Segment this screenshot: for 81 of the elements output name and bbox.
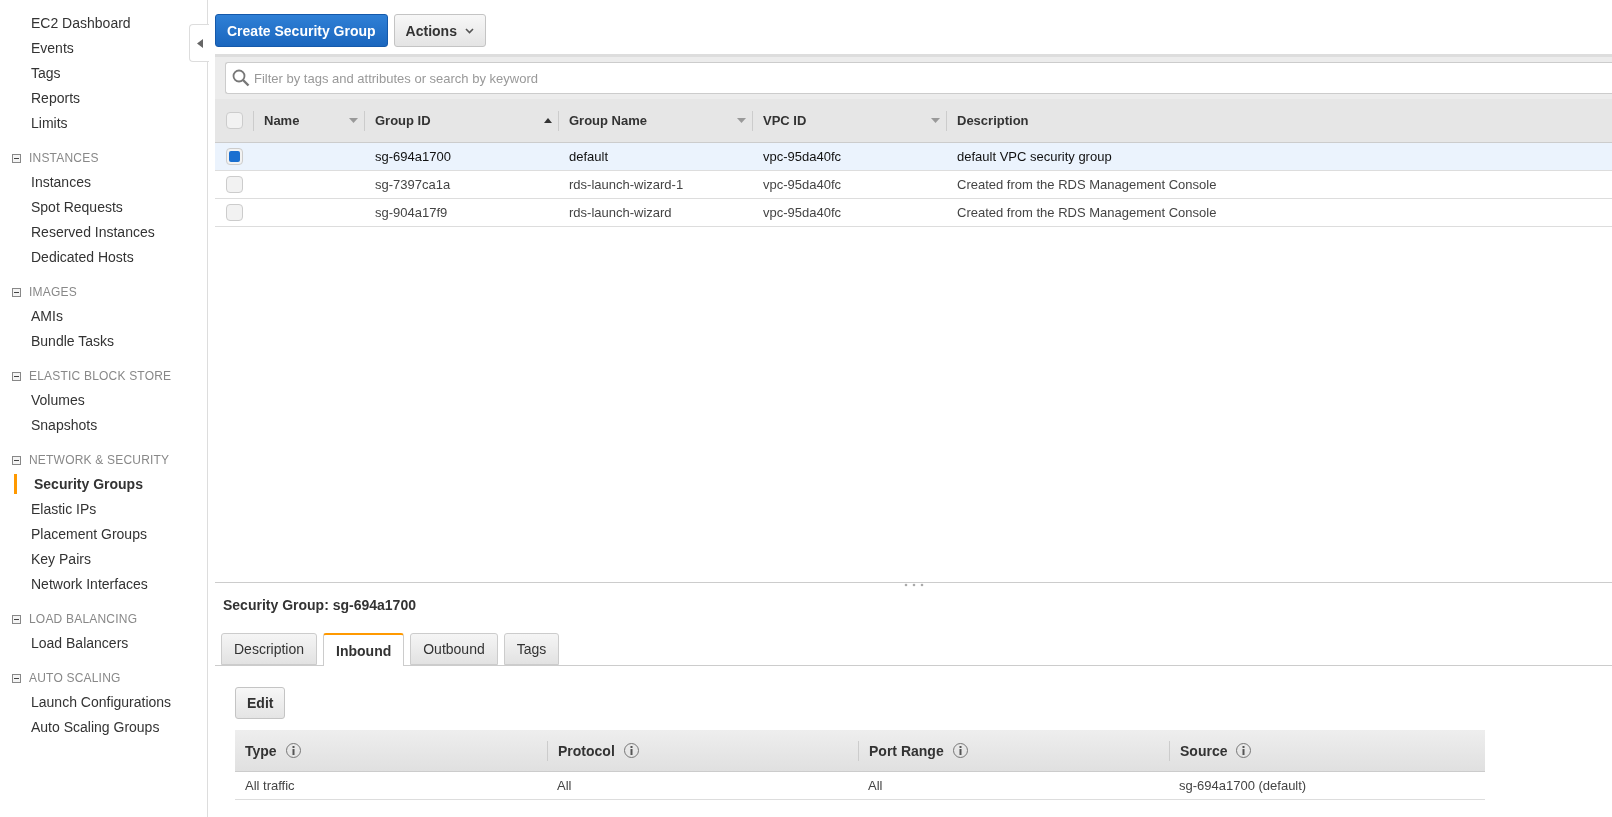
row-checkbox[interactable]	[225, 148, 243, 165]
sidebar-item[interactable]: Security Groups	[14, 474, 143, 494]
sidebar-item[interactable]: Tags	[31, 61, 61, 86]
column-header: Type	[245, 742, 277, 759]
row-checkbox[interactable]	[225, 204, 243, 221]
sidebar-item[interactable]: Reserved Instances	[31, 220, 155, 245]
sidebar-item[interactable]: Bundle Tasks	[31, 329, 114, 354]
tab[interactable]: Tags	[503, 633, 560, 665]
sort-caret-icon	[737, 118, 746, 123]
row-checkbox[interactable]	[225, 176, 243, 193]
table-cell-text: All	[556, 778, 573, 793]
sidebar-item[interactable]: AMIs	[31, 304, 63, 329]
sidebar-item[interactable]: Key Pairs	[31, 547, 91, 572]
table-cell-text: vpc-95da40fc	[762, 205, 843, 220]
resize-handle-icon[interactable]	[902, 583, 925, 587]
table-cell-text: vpc-95da40fc	[762, 149, 843, 164]
sidebar-item[interactable]: Elastic IPs	[31, 497, 97, 522]
section-heading: IMAGES	[29, 285, 77, 299]
column-header[interactable]: Group Name	[558, 110, 752, 131]
column-header[interactable]: Name	[253, 110, 364, 131]
caret-left-icon	[196, 38, 203, 48]
edit-button[interactable]: Edit	[235, 687, 286, 719]
table-row[interactable]: sg-694a1700 default vpc-95da40fc default VPC security group	[215, 143, 1612, 171]
column-header[interactable]: Group ID	[364, 110, 558, 131]
table-cell-text: default VPC security group	[956, 149, 1113, 164]
sidebar-item[interactable]: Snapshots	[31, 413, 98, 438]
sidebar-item[interactable]: Auto Scaling Groups	[31, 715, 160, 740]
section-heading: AUTO SCALING	[29, 671, 121, 685]
search-field[interactable]: Filter by tags and attributes or search by keyword	[225, 62, 1612, 94]
column-header: Protocol	[558, 742, 615, 759]
table-cell-text: Created from the RDS Management Console	[956, 205, 1218, 220]
section-heading: INSTANCES	[29, 151, 99, 165]
sidebar-item[interactable]: Placement Groups	[31, 522, 147, 547]
table-cell-text: All	[867, 778, 884, 793]
sidebar-item[interactable]: Dedicated Hosts	[31, 245, 134, 270]
section-heading: NETWORK & SECURITY	[29, 453, 170, 467]
table-cell-text: rds-launch-wizard	[568, 205, 673, 220]
section-heading: ELASTIC BLOCK STORE	[29, 369, 172, 383]
collapse-icon[interactable]	[12, 153, 21, 163]
sidebar-item[interactable]: Reports	[31, 86, 81, 111]
column-header[interactable]: Description	[946, 110, 1612, 131]
tab[interactable]: Inbound	[323, 633, 405, 666]
sidebar-item[interactable]: Network Interfaces	[31, 572, 148, 597]
collapse-icon[interactable]	[12, 673, 21, 683]
collapse-icon[interactable]	[12, 287, 21, 297]
sidebar-item[interactable]: Instances	[31, 170, 91, 195]
sidebar-item[interactable]: Events	[31, 36, 74, 61]
sort-ascending-icon	[544, 118, 552, 123]
table-cell-text: All traffic	[244, 778, 296, 793]
tab[interactable]: Outbound	[410, 633, 498, 665]
sort-caret-icon	[931, 118, 940, 123]
sidebar-item[interactable]: EC2 Dashboard	[31, 11, 131, 36]
chevron-down-icon	[464, 27, 474, 34]
details-title: Security Group: sg-694a1700	[222, 596, 417, 615]
actions-button[interactable]: Actions	[393, 14, 486, 47]
collapse-icon[interactable]	[12, 371, 21, 381]
table-cell-text: rds-launch-wizard-1	[568, 177, 685, 192]
collapse-sidebar-button[interactable]	[189, 24, 209, 62]
sidebar-item[interactable]: Load Balancers	[31, 631, 129, 656]
sort-caret-icon	[349, 118, 358, 123]
table-cell-text: default	[568, 149, 610, 164]
sidebar-item[interactable]: Launch Configurations	[31, 690, 172, 715]
select-all-checkbox[interactable]	[225, 112, 243, 129]
section-heading: LOAD BALANCING	[29, 612, 138, 626]
collapse-icon[interactable]	[12, 455, 21, 465]
tab[interactable]: Description	[221, 633, 318, 665]
create-security-group-button[interactable]: Create Security Group	[215, 14, 388, 47]
column-header: Port Range	[869, 742, 944, 759]
table-cell-text: sg-694a1700	[374, 149, 452, 164]
column-header[interactable]: VPC ID	[752, 110, 946, 131]
column-header: Source	[1180, 742, 1228, 759]
sidebar-item[interactable]: Volumes	[31, 388, 85, 413]
collapse-icon[interactable]	[12, 614, 21, 624]
sidebar-item[interactable]: Spot Requests	[31, 195, 123, 220]
sidebar-item[interactable]: Limits	[31, 111, 68, 136]
table-cell-text: sg-904a17f9	[374, 205, 449, 220]
table-cell-text: Created from the RDS Management Console	[956, 177, 1218, 192]
table-cell-text: sg-7397ca1a	[374, 177, 452, 192]
table-cell-text: vpc-95da40fc	[762, 177, 843, 192]
search-icon	[232, 69, 250, 87]
table-cell-text: sg-694a1700 (default)	[1178, 778, 1308, 793]
